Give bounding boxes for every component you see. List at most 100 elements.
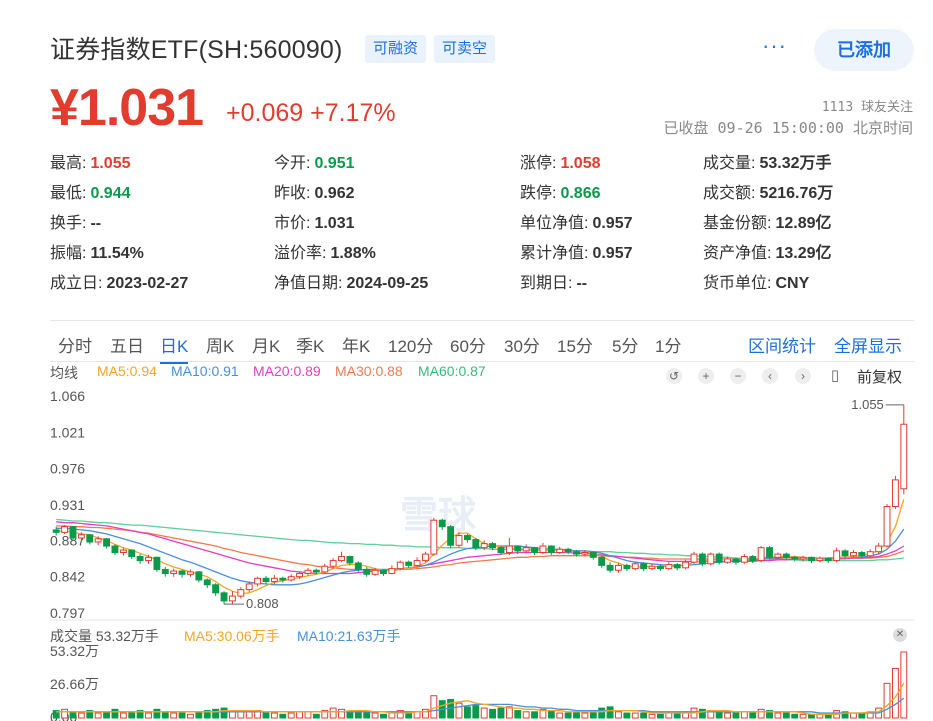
candle-body bbox=[698, 553, 706, 565]
volume-bar bbox=[547, 710, 555, 719]
volume-bar bbox=[757, 708, 765, 719]
candle-body bbox=[707, 553, 715, 565]
candle-body bbox=[304, 569, 312, 574]
candle-body bbox=[690, 553, 698, 563]
candle-body bbox=[883, 506, 891, 547]
candle-body bbox=[86, 534, 94, 543]
candle-body bbox=[312, 569, 320, 573]
volume-bar bbox=[237, 711, 245, 719]
candle-body bbox=[489, 543, 497, 549]
candle-body bbox=[430, 519, 438, 555]
volume-bar bbox=[640, 712, 648, 719]
candle-body bbox=[262, 577, 270, 583]
volume-bar bbox=[665, 712, 673, 719]
candle-body bbox=[682, 561, 690, 569]
volume-bar bbox=[178, 712, 186, 719]
candle-body bbox=[103, 538, 110, 547]
candle-body bbox=[438, 519, 446, 528]
volume-bar bbox=[724, 712, 732, 719]
volume-bar bbox=[111, 708, 119, 719]
watermark: 雪球 bbox=[400, 493, 477, 537]
candle-body bbox=[321, 565, 329, 573]
candle-body bbox=[824, 557, 832, 562]
volume-bar bbox=[262, 712, 270, 719]
volume-bar bbox=[338, 708, 345, 719]
volume-bar bbox=[673, 712, 681, 719]
volume-bar bbox=[346, 711, 354, 719]
candle-body bbox=[556, 548, 564, 553]
volume-ma10: MA10:21.63万手 bbox=[297, 628, 401, 644]
candle-body bbox=[900, 423, 908, 490]
candle-body bbox=[522, 547, 530, 552]
candle-body bbox=[799, 556, 807, 560]
candle-body bbox=[187, 571, 194, 575]
candle-body bbox=[740, 556, 748, 563]
volume-bar bbox=[69, 711, 77, 719]
candle-body bbox=[850, 551, 857, 557]
candle-body bbox=[237, 589, 245, 597]
volume-ma5: MA5:30.06万手 bbox=[184, 628, 280, 644]
volume-bar bbox=[371, 712, 379, 719]
volume-bar bbox=[782, 712, 790, 719]
volume-bar bbox=[312, 713, 320, 719]
candle-body bbox=[128, 549, 136, 558]
volume-bar bbox=[187, 713, 194, 719]
candle-body bbox=[52, 529, 60, 533]
volume-bar bbox=[774, 712, 782, 719]
candle-body bbox=[287, 576, 295, 581]
volume-bar bbox=[573, 711, 580, 719]
candle-body bbox=[791, 556, 799, 560]
candle-body bbox=[329, 560, 337, 567]
volume-bar bbox=[463, 706, 471, 719]
candle-body bbox=[866, 551, 874, 557]
candle-body bbox=[833, 550, 841, 562]
candle-body bbox=[724, 558, 732, 563]
candle-body bbox=[69, 526, 77, 539]
candle-body bbox=[615, 564, 622, 571]
volume-bar bbox=[749, 712, 757, 719]
volume-bar bbox=[405, 712, 413, 719]
y-tick-label: 0.797 bbox=[50, 605, 85, 621]
candle-body bbox=[170, 570, 178, 574]
ma5-line bbox=[56, 499, 905, 595]
volume-bar bbox=[472, 705, 480, 719]
candle-body bbox=[279, 577, 287, 581]
candle-body bbox=[606, 564, 614, 571]
candle-body bbox=[514, 545, 522, 552]
volume-bar bbox=[296, 711, 304, 719]
candle-body bbox=[665, 564, 673, 570]
candle-body bbox=[212, 584, 220, 594]
candle-body bbox=[346, 556, 354, 564]
candle-body bbox=[497, 547, 505, 553]
volume-bar bbox=[531, 711, 538, 719]
candle-body bbox=[631, 563, 639, 570]
volume-bar bbox=[388, 712, 396, 719]
candle-body bbox=[766, 547, 773, 558]
candle-body bbox=[782, 553, 790, 558]
volume-bar bbox=[270, 712, 278, 719]
candle-body bbox=[136, 556, 144, 562]
candle-body bbox=[195, 571, 203, 581]
candle-body bbox=[296, 572, 304, 578]
candle-body bbox=[119, 549, 127, 553]
candle-body bbox=[145, 556, 152, 562]
volume-bar bbox=[304, 711, 312, 719]
candle-body bbox=[640, 563, 648, 570]
volume-label: 成交量 53.32万手 bbox=[50, 628, 159, 644]
candle-body bbox=[363, 568, 371, 575]
candle-body bbox=[178, 570, 186, 575]
candlestick-chart[interactable]: 雪球1.0661.0210.9760.9310.8870.8420.7971.0… bbox=[0, 0, 933, 721]
candle-body bbox=[480, 543, 488, 549]
close-icon[interactable]: ✕ bbox=[893, 628, 907, 642]
volume-bar bbox=[220, 707, 228, 719]
volume-bar bbox=[497, 707, 505, 719]
candle-body bbox=[875, 545, 883, 553]
candle-body bbox=[547, 545, 555, 553]
candle-body bbox=[891, 479, 899, 508]
candle-body bbox=[539, 545, 547, 553]
candle-body bbox=[656, 565, 664, 570]
volume-bar bbox=[287, 712, 295, 719]
volume-bar bbox=[564, 712, 572, 719]
volume-bar bbox=[623, 712, 631, 719]
y-tick-label: 0.976 bbox=[50, 461, 85, 477]
